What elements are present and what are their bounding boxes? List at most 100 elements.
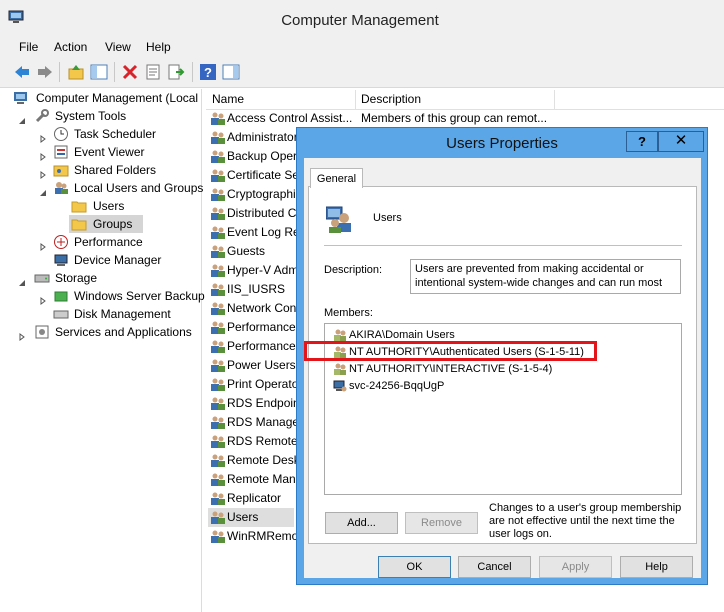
tree-item-computer-management[interactable]: Computer Management (Local [8,89,202,107]
table-row[interactable]: Power Users [208,356,296,375]
table-row[interactable]: Hyper-V Administrators [208,261,296,280]
membership-note: Changes to a user's group membership are… [489,502,682,540]
cancel-button[interactable]: Cancel [458,556,531,578]
tree-label: Users [93,199,125,213]
tree-item-disk-management[interactable]: Disk Management [8,305,202,323]
back-arrow-icon[interactable] [13,63,31,81]
group-icon [210,187,226,202]
column-header-description[interactable]: Description [361,92,421,106]
row-name: RDS Endpoint Servers [227,396,296,410]
expand-arrow-icon[interactable] [39,292,47,305]
remove-button[interactable]: Remove [405,512,478,534]
tree-item-groups[interactable]: Groups [69,215,143,233]
tab-general[interactable]: General [310,168,363,188]
folder-icon [71,216,87,232]
dialog-close-button[interactable]: ✕ [658,131,704,152]
table-row[interactable]: Print Operators [208,375,296,394]
tree-label: Windows Server Backup [74,289,205,303]
expand-arrow-icon[interactable] [39,238,47,251]
column-divider[interactable] [355,90,356,110]
tree-item-users[interactable]: Users [8,197,202,215]
ok-button[interactable]: OK [378,556,451,578]
table-row[interactable]: Event Log Readers [208,223,296,242]
row-name: Replicator [227,491,282,505]
tools-icon [34,108,50,124]
collapse-arrow-icon[interactable] [39,184,47,196]
group-icon [210,472,226,487]
table-row[interactable]: Backup Operators [208,147,296,166]
column-divider[interactable] [554,90,555,110]
menu-file[interactable]: File [19,40,38,54]
table-row[interactable]: Cryptographic Operators [208,185,296,204]
window-title: Computer Management [281,12,439,29]
performance-icon [53,234,69,250]
row-name: Access Control Assist... [227,111,353,125]
tree-label: System Tools [55,109,127,123]
tree-label: Shared Folders [74,163,157,177]
table-row[interactable]: Performance Monitor Users [208,337,296,356]
tree-item-system-tools[interactable]: System Tools [8,107,202,125]
row-name: Users [227,510,259,524]
up-folder-icon[interactable] [67,63,85,81]
tree-item-event-viewer[interactable]: Event Viewer [8,143,202,161]
export-list-icon[interactable] [167,63,185,81]
tree-item-device-manager[interactable]: Device Manager [8,251,202,269]
table-row[interactable]: Distributed COM Users [208,204,296,223]
table-row[interactable]: Guests [208,242,296,261]
tree-item-windows-server-backup[interactable]: Windows Server Backup [8,287,205,305]
expand-arrow-icon[interactable] [39,130,47,143]
action-pane-icon[interactable] [222,63,240,81]
storage-icon [34,270,50,286]
table-row[interactable]: WinRMRemoteWMIUsers__ [208,527,296,546]
table-row[interactable]: Network Configuration Operators [208,299,296,318]
group-icon [210,206,226,221]
row-name: Cryptographic Operators [227,187,296,201]
table-row[interactable]: IIS_IUSRS [208,280,296,299]
description-field[interactable]: Users are prevented from making accident… [410,259,681,294]
help-icon[interactable]: ? [199,63,217,81]
properties-icon[interactable] [144,63,162,81]
forward-arrow-icon[interactable] [36,63,54,81]
row-name: RDS Remote Access Servers [227,434,296,448]
table-row[interactable]: Performance Log Users [208,318,296,337]
column-header-name[interactable]: Name [212,92,244,106]
menu-view[interactable]: View [105,40,131,54]
group-name: Users [373,212,402,224]
tree-item-performance[interactable]: Performance [8,233,202,251]
tree-item-local-users-and-groups[interactable]: Local Users and Groups [8,179,203,197]
console-tree: Computer Management (Local System Tools … [8,89,205,612]
expand-arrow-icon[interactable] [18,328,26,341]
member-name: NT AUTHORITY\INTERACTIVE (S-1-5-4) [349,363,553,375]
group-icon [210,130,226,145]
help-button[interactable]: Help [620,556,693,578]
table-row[interactable]: Users [208,508,294,527]
expand-arrow-icon[interactable] [39,148,47,161]
menu-help[interactable]: Help [146,40,171,54]
menu-action[interactable]: Action [54,40,87,54]
tree-label: Groups [93,217,133,231]
tree-item-storage[interactable]: Storage [8,269,202,287]
add-button[interactable]: Add... [325,512,398,534]
apply-button[interactable]: Apply [539,556,612,578]
table-row[interactable]: RDS Remote Access Servers [208,432,296,451]
delete-icon[interactable] [121,63,139,81]
dialog-help-button[interactable]: ? [626,131,658,152]
tree-item-shared-folders[interactable]: Shared Folders [8,161,202,179]
group-icon [210,453,226,468]
table-row[interactable]: Remote Management Users [208,470,296,489]
expand-arrow-icon[interactable] [39,166,47,179]
group-icon [210,320,226,335]
tree-item-services-and-applications[interactable]: Services and Applications [8,323,202,341]
tree-item-task-scheduler[interactable]: Task Scheduler [8,125,202,143]
table-row[interactable]: RDS Management Servers [208,413,296,432]
table-row[interactable]: RDS Endpoint Servers [208,394,296,413]
row-name: Guests [227,244,266,258]
show-hide-tree-icon[interactable] [90,63,108,81]
table-row[interactable]: Remote Desktop Users [208,451,296,470]
table-row[interactable]: Replicator [208,489,296,508]
collapse-arrow-icon[interactable] [18,112,26,124]
tree-label: Task Scheduler [74,127,157,141]
collapse-arrow-icon[interactable] [18,274,26,286]
table-row[interactable]: Administrators [208,128,296,147]
table-row[interactable]: Certificate Service DCOM Access [208,166,296,185]
